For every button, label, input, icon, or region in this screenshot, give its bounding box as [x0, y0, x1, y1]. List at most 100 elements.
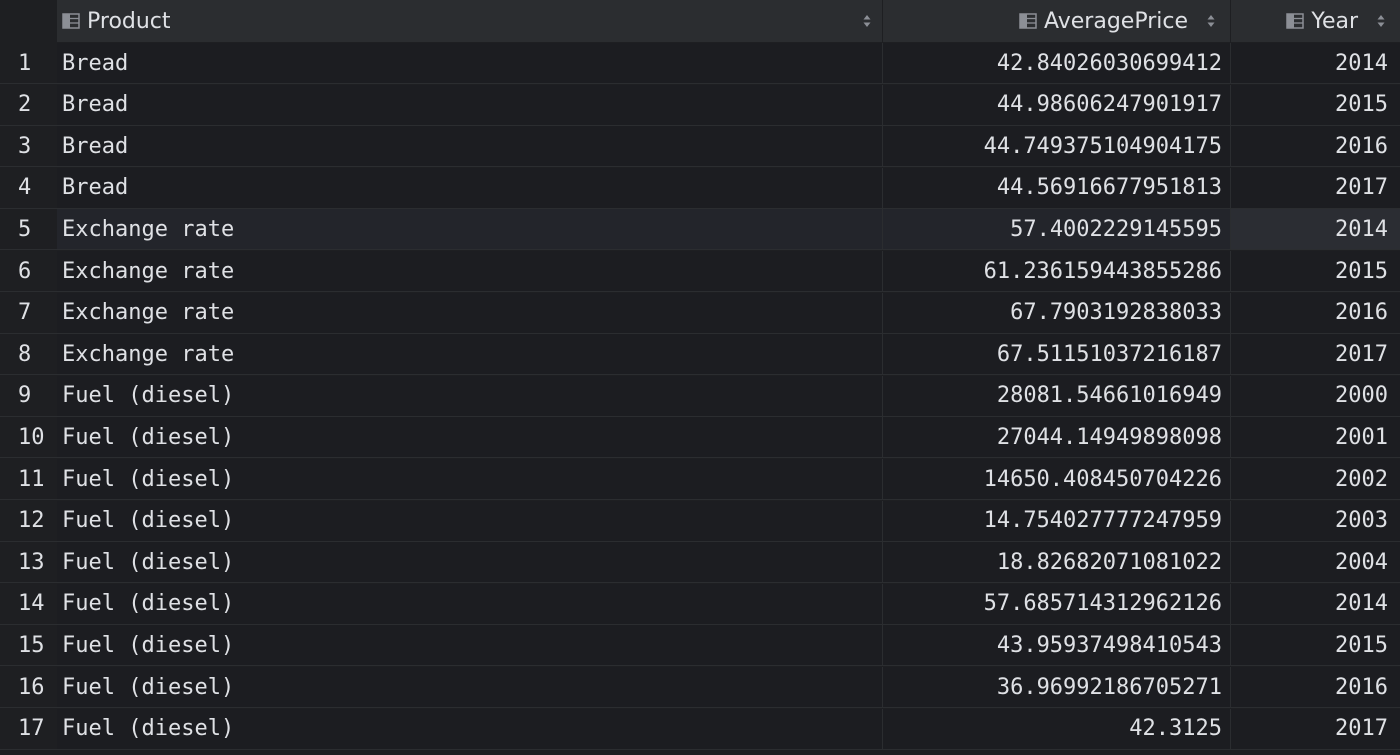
- row-number: 6: [0, 251, 57, 291]
- table-row[interactable]: 2 Bread 44.98606247901917 2015: [0, 84, 1400, 126]
- cell-product[interactable]: Exchange rate: [57, 334, 883, 375]
- table-row-selected[interactable]: 5 Exchange rate 57.4002229145595 2014: [0, 209, 1400, 251]
- column-header-year[interactable]: Year: [1231, 0, 1400, 42]
- cell-year[interactable]: 2015: [1231, 625, 1400, 666]
- sort-arrows-icon[interactable]: [1206, 14, 1216, 28]
- cell-year[interactable]: 2017: [1231, 334, 1400, 375]
- cell-product[interactable]: Fuel (diesel): [57, 708, 883, 749]
- cell-year[interactable]: 2015: [1231, 251, 1400, 291]
- row-number: 3: [0, 126, 57, 167]
- cell-averageprice[interactable]: 42.84026030699412: [883, 43, 1231, 83]
- cell-year[interactable]: 2000: [1231, 375, 1400, 416]
- cell-averageprice[interactable]: 67.51151037216187: [883, 334, 1231, 375]
- column-header-product-label: Product: [87, 8, 171, 34]
- table-row[interactable]: 9 Fuel (diesel) 28081.54661016949 2000: [0, 375, 1400, 417]
- cell-product[interactable]: Exchange rate: [57, 292, 883, 333]
- table-row[interactable]: 16 Fuel (diesel) 36.96992186705271 2016: [0, 667, 1400, 708]
- cell-product[interactable]: Bread: [57, 43, 883, 83]
- row-number: 8: [0, 334, 57, 375]
- cell-averageprice[interactable]: 44.98606247901917: [883, 84, 1231, 125]
- column-header-averageprice-label: AveragePrice: [1043, 8, 1188, 34]
- cell-product[interactable]: Fuel (diesel): [57, 667, 883, 707]
- cell-averageprice[interactable]: 14.754027777247959: [883, 500, 1231, 541]
- row-number: 15: [0, 625, 57, 666]
- table-row[interactable]: 14 Fuel (diesel) 57.685714312962126 2014: [0, 583, 1400, 625]
- cell-averageprice[interactable]: 44.749375104904175: [883, 126, 1231, 167]
- cell-year[interactable]: 2014: [1231, 583, 1400, 624]
- row-number: 7: [0, 292, 57, 333]
- cell-year-selected[interactable]: 2014: [1231, 209, 1400, 250]
- table-row[interactable]: 7 Exchange rate 67.7903192838033 2016: [0, 292, 1400, 334]
- cell-year[interactable]: 2017: [1231, 708, 1400, 749]
- row-number: 1: [0, 43, 57, 83]
- cell-product[interactable]: Fuel (diesel): [57, 500, 883, 541]
- row-number: 12: [0, 500, 57, 541]
- row-number: 5: [0, 209, 57, 250]
- cell-averageprice[interactable]: 57.4002229145595: [883, 209, 1231, 250]
- row-number: 4: [0, 167, 57, 208]
- table-row[interactable]: 8 Exchange rate 67.51151037216187 2017: [0, 334, 1400, 376]
- cell-year[interactable]: 2003: [1231, 500, 1400, 541]
- table-row[interactable]: 12 Fuel (diesel) 14.754027777247959 2003: [0, 500, 1400, 542]
- cell-year[interactable]: 2017: [1231, 167, 1400, 208]
- row-number: 2: [0, 84, 57, 125]
- cell-averageprice[interactable]: 14650.408450704226: [883, 459, 1231, 499]
- cell-averageprice[interactable]: 18.82682071081022: [883, 542, 1231, 583]
- cell-averageprice[interactable]: 36.96992186705271: [883, 667, 1231, 707]
- table-row[interactable]: 3 Bread 44.749375104904175 2016: [0, 126, 1400, 168]
- row-number: 11: [0, 459, 57, 499]
- cell-averageprice[interactable]: 44.56916677951813: [883, 167, 1231, 208]
- cell-averageprice[interactable]: 27044.14949898098: [883, 417, 1231, 458]
- cell-year[interactable]: 2014: [1231, 43, 1400, 83]
- table-row[interactable]: 6 Exchange rate 61.236159443855286 2015: [0, 251, 1400, 292]
- cell-year[interactable]: 2015: [1231, 84, 1400, 125]
- row-number: 14: [0, 583, 57, 624]
- table-column-icon: [62, 13, 80, 29]
- table-column-icon: [1286, 13, 1305, 29]
- cell-product[interactable]: Bread: [57, 84, 883, 125]
- cell-year[interactable]: 2016: [1231, 292, 1400, 333]
- cell-year[interactable]: 2001: [1231, 417, 1400, 458]
- cell-year[interactable]: 2016: [1231, 126, 1400, 167]
- table-row[interactable]: 1 Bread 42.84026030699412 2014: [0, 43, 1400, 84]
- cell-averageprice[interactable]: 43.95937498410543: [883, 625, 1231, 666]
- table-row[interactable]: 17 Fuel (diesel) 42.3125 2017: [0, 708, 1400, 750]
- cell-averageprice[interactable]: 42.3125: [883, 708, 1231, 749]
- column-header-product[interactable]: Product: [57, 0, 883, 42]
- cell-averageprice[interactable]: 67.7903192838033: [883, 292, 1231, 333]
- header-corner: [0, 0, 57, 42]
- row-number: 17: [0, 708, 57, 749]
- cell-product[interactable]: Fuel (diesel): [57, 417, 883, 458]
- cell-averageprice[interactable]: 57.685714312962126: [883, 583, 1231, 624]
- cell-averageprice[interactable]: 61.236159443855286: [883, 251, 1231, 291]
- cell-product[interactable]: Fuel (diesel): [57, 375, 883, 416]
- results-grid[interactable]: Product AveragePrice Year 1 Bread 42.840…: [0, 0, 1400, 755]
- cell-product[interactable]: Fuel (diesel): [57, 542, 883, 583]
- table-column-icon: [1019, 13, 1037, 29]
- table-row[interactable]: 15 Fuel (diesel) 43.95937498410543 2015: [0, 625, 1400, 667]
- column-header-averageprice[interactable]: AveragePrice: [883, 0, 1231, 42]
- row-number: 16: [0, 667, 57, 707]
- cell-product[interactable]: Exchange rate: [57, 209, 883, 250]
- column-header-year-label: Year: [1311, 8, 1358, 34]
- row-number: 10: [0, 417, 57, 458]
- cell-year[interactable]: 2002: [1231, 459, 1400, 499]
- cell-product[interactable]: Fuel (diesel): [57, 583, 883, 624]
- table-row[interactable]: 11 Fuel (diesel) 14650.408450704226 2002: [0, 459, 1400, 500]
- cell-product[interactable]: Bread: [57, 167, 883, 208]
- cell-product[interactable]: Exchange rate: [57, 251, 883, 291]
- cell-year[interactable]: 2016: [1231, 667, 1400, 707]
- row-number: 9: [0, 375, 57, 416]
- table-row[interactable]: 4 Bread 44.56916677951813 2017: [0, 167, 1400, 209]
- table-row[interactable]: 10 Fuel (diesel) 27044.14949898098 2001: [0, 417, 1400, 459]
- cell-year[interactable]: 2004: [1231, 542, 1400, 583]
- sort-arrows-icon[interactable]: [862, 14, 872, 28]
- cell-product[interactable]: Bread: [57, 126, 883, 167]
- row-number: 13: [0, 542, 57, 583]
- cell-averageprice[interactable]: 28081.54661016949: [883, 375, 1231, 416]
- sort-arrows-icon[interactable]: [1376, 14, 1386, 28]
- cell-product[interactable]: Fuel (diesel): [57, 459, 883, 499]
- cell-product[interactable]: Fuel (diesel): [57, 625, 883, 666]
- grid-header: Product AveragePrice Year: [0, 0, 1400, 43]
- table-row[interactable]: 13 Fuel (diesel) 18.82682071081022 2004: [0, 542, 1400, 584]
